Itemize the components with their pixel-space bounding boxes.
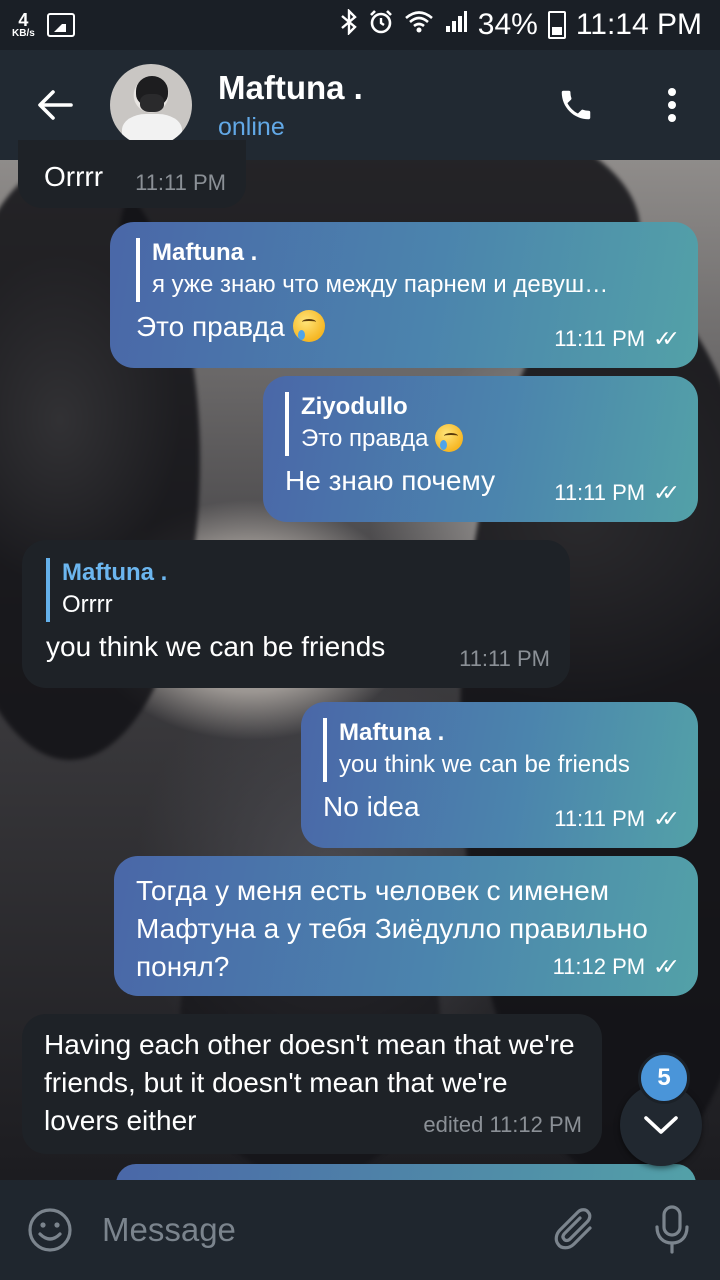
clock: 11:14 PM [575, 8, 702, 41]
battery-percent: 34% [477, 8, 538, 41]
reply-text: я уже знаю что между парнем и девуш… [152, 271, 609, 298]
contact-info[interactable]: Maftuna . online [218, 69, 363, 142]
message-bubble[interactable]: Having each other doesn't mean that we'r… [22, 1014, 602, 1154]
emoji-button[interactable] [0, 1206, 100, 1254]
double-check-icon: ✓✓ [653, 806, 680, 831]
reply-sender: Maftuna . [62, 559, 168, 586]
reply-quote[interactable]: Maftuna . Orrrr [46, 558, 548, 622]
reply-quote[interactable]: Maftuna . я уже знаю что между парнем и … [136, 238, 676, 302]
chevron-down-icon [644, 1116, 678, 1134]
message-bubble[interactable]: Maftuna . you think we can be friends No… [301, 702, 698, 848]
alarm-icon [368, 9, 394, 42]
contact-name: Maftuna . [218, 68, 363, 106]
message-time: 11:11 PM [135, 170, 226, 195]
back-button[interactable] [0, 89, 110, 121]
message-time: 11:11 PM [459, 646, 550, 671]
message-bubble[interactable]: Maftuna . я уже знаю что между парнем и … [110, 222, 698, 368]
call-button[interactable] [528, 57, 624, 153]
message-bubble[interactable]: Ziyodullo Это правда Не знаю почему 11:1… [263, 376, 698, 522]
smiley-icon [28, 1208, 72, 1252]
message-time: 11:11 PM [554, 480, 646, 505]
reply-quote[interactable]: Maftuna . you think we can be friends [323, 718, 680, 782]
double-check-icon: ✓✓ [653, 480, 680, 505]
message-input[interactable]: Message [100, 1211, 528, 1249]
message-time: 11:12 PM [552, 954, 646, 979]
message-time: 11:11 PM [554, 326, 646, 351]
reply-quote[interactable]: Ziyodullo Это правда [285, 392, 676, 456]
message-time: 11:11 PM [554, 806, 646, 831]
message-bubble[interactable]: Maftuna . Orrrr you think we can be frie… [22, 540, 570, 688]
reply-sender: Maftuna . [152, 239, 258, 266]
more-options-button[interactable] [624, 57, 720, 153]
more-vertical-icon [668, 88, 676, 122]
message-text: Orrrr [44, 161, 104, 192]
bluetooth-icon [340, 7, 358, 42]
arrow-left-icon [38, 90, 73, 120]
message-time: edited 11:12 PM [423, 1112, 582, 1137]
microphone-icon [655, 1205, 689, 1254]
reply-text: you think we can be friends [339, 751, 630, 778]
double-check-icon: ✓✓ [653, 326, 680, 351]
battery-icon [547, 11, 566, 39]
avatar[interactable] [110, 64, 192, 146]
message-bubble[interactable]: Тогда у меня есть человек с именем Мафту… [114, 856, 698, 996]
message-bubble[interactable]: Orrrr 11:11 PM [18, 140, 246, 208]
unread-count-badge[interactable]: 5 [638, 1052, 690, 1104]
reply-sender: Maftuna . [339, 719, 445, 746]
voice-record-button[interactable] [624, 1205, 720, 1255]
attach-button[interactable] [528, 1206, 624, 1254]
double-check-icon: ✓✓ [653, 954, 680, 979]
net-speed-unit: KB/s [12, 28, 35, 39]
contact-status: online [218, 112, 285, 141]
gallery-icon [46, 13, 75, 37]
reply-text: Orrrr [62, 591, 113, 618]
wifi-icon [404, 10, 434, 41]
crying-face-emoji [292, 310, 325, 342]
paperclip-icon [554, 1208, 592, 1250]
reply-text: Это правда [301, 425, 429, 452]
crying-face-emoji [435, 424, 464, 452]
reply-sender: Ziyodullo [301, 393, 408, 420]
status-bar: 4 KB/s 34% 11:14 PM [0, 0, 720, 50]
net-speed: 4 KB/s [12, 11, 35, 39]
signal-icon [444, 10, 468, 41]
phone-icon [561, 90, 591, 120]
message-input-bar: Message [0, 1180, 720, 1280]
message-text: Это правда [136, 311, 285, 342]
net-speed-value: 4 [18, 10, 29, 30]
